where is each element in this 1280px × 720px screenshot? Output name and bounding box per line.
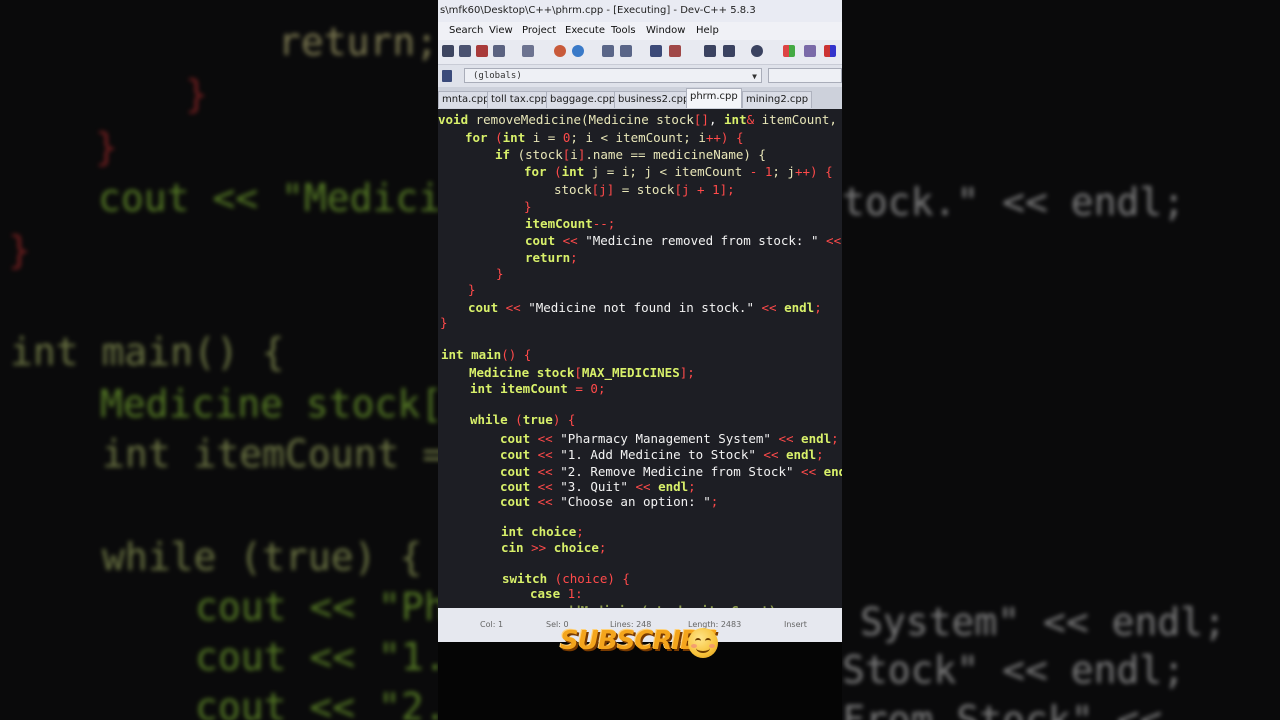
compile-icon[interactable] [783, 45, 795, 57]
goto-line-icon[interactable] [751, 45, 763, 57]
code-line: cout << "Medicine removed from stock: " … [525, 233, 842, 248]
menu-help[interactable]: Help [696, 25, 719, 36]
bg-line: System" << endl; [860, 600, 1227, 644]
editor-tabs: mnta.cpp toll tax.cpp baggage.cpp busine… [438, 87, 842, 109]
function-dropdown[interactable] [768, 68, 842, 83]
class-browser-icon[interactable] [442, 70, 452, 82]
scope-bar: (globals) ▼ [438, 65, 842, 87]
bg-line: return; [278, 20, 438, 64]
code-line: return; [525, 250, 578, 265]
bg-line: tock." << endl; [842, 180, 1186, 224]
menu-view[interactable]: View [489, 25, 513, 36]
code-line: int choice; [501, 524, 584, 539]
code-line: cin >> choice; [501, 540, 607, 555]
code-line: for (int i = 0; i < itemCount; i++) { [465, 130, 744, 145]
bg-line: cout << "Medici [98, 176, 438, 220]
code-line: cout << "1. Add Medicine to Stock" << en… [500, 447, 824, 462]
bg-line: From Stock" << [842, 698, 1163, 720]
bg-line: } [8, 228, 31, 272]
undo-icon[interactable] [554, 45, 566, 57]
menu-project[interactable]: Project [522, 25, 556, 36]
code-line: switch (choice) { [502, 571, 630, 586]
unindent-icon[interactable] [669, 45, 681, 57]
bg-line: Medicine stock[ [100, 382, 438, 426]
bookmark-next-icon[interactable] [723, 45, 735, 57]
phone-frame: s\mfk60\Desktop\C++\phrm.cpp - [Executin… [438, 0, 842, 720]
bg-line: while (true) { [102, 535, 423, 579]
menu-bar: Search View Project Execute Tools Window… [438, 22, 842, 40]
bookmark-prev-icon[interactable] [704, 45, 716, 57]
replace-icon[interactable] [620, 45, 632, 57]
scope-dropdown[interactable]: (globals) ▼ [464, 68, 762, 83]
find-icon[interactable] [602, 45, 614, 57]
code-line: for (int j = i; j < itemCount - 1; j++) … [524, 164, 833, 179]
menu-window[interactable]: Window [646, 25, 685, 36]
code-line: cout << "3. Quit" << endl; [500, 479, 696, 494]
bg-line: } [95, 125, 118, 169]
bg-line: int itemCount = [102, 432, 438, 476]
compile-run-icon[interactable] [824, 45, 836, 57]
tab-baggage[interactable]: baggage.cpp [546, 91, 620, 108]
code-line: } [496, 266, 504, 281]
tab-mnta[interactable]: mnta.cpp [438, 91, 494, 108]
smiley-emoji-icon [688, 628, 718, 658]
tab-toll-tax[interactable]: toll tax.cpp [487, 91, 552, 108]
chevron-down-icon: ▼ [752, 72, 757, 81]
code-line: stock[j] = stock[j + 1]; [554, 182, 735, 197]
redo-icon[interactable] [572, 45, 584, 57]
code-line: } [468, 282, 476, 297]
code-editor[interactable]: void removeMedicine(Medicine stock[], in… [438, 109, 842, 618]
menu-execute[interactable]: Execute [565, 25, 605, 36]
code-line: void removeMedicine(Medicine stock[], in… [438, 112, 837, 127]
toolbar [438, 40, 842, 65]
bg-line: int main() { [10, 330, 285, 374]
tab-mining2[interactable]: mining2.cpp [742, 91, 813, 108]
indent-icon[interactable] [650, 45, 662, 57]
blurred-code-right: tock." << endl; System" << endl; Stock" … [842, 0, 1280, 720]
code-line: } [440, 315, 448, 330]
run-icon[interactable] [804, 45, 816, 57]
status-col: Col: 1 [480, 620, 504, 629]
print-icon[interactable] [522, 45, 534, 57]
code-line: cout << "Choose an option: "; [500, 494, 719, 509]
save-icon[interactable] [476, 45, 488, 57]
tab-business2[interactable]: business2.cpp [614, 91, 694, 108]
ide-window: s\mfk60\Desktop\C++\phrm.cpp - [Executin… [438, 0, 842, 642]
scope-dropdown-value: (globals) [473, 71, 522, 81]
bg-line: } [185, 72, 208, 116]
status-mode: Insert [784, 620, 807, 629]
code-line: cout << "2. Remove Medicine from Stock" … [500, 464, 842, 479]
code-line: itemCount--; [525, 216, 616, 231]
code-line: int main() { [441, 347, 532, 362]
code-line: cout << "Medicine not found in stock." <… [468, 300, 822, 315]
smiley-mouth [696, 643, 710, 653]
code-line: Medicine stock[MAX_MEDICINES]; [469, 365, 695, 380]
code-line: case 1: [530, 586, 583, 601]
blurred-code-left: return; } } cout << "Medici } int main()… [0, 0, 438, 720]
code-line: if (stock[i].name == medicineName) { [495, 147, 766, 162]
bg-line: cout << "Ph [195, 585, 438, 629]
open-file-icon[interactable] [459, 45, 471, 57]
menu-search[interactable]: Search [449, 25, 483, 36]
code-line: while (true) { [470, 412, 576, 427]
bg-line: Stock" << endl; [842, 648, 1186, 692]
menu-tools[interactable]: Tools [611, 25, 636, 36]
window-title: s\mfk60\Desktop\C++\phrm.cpp - [Executin… [438, 0, 842, 22]
new-file-icon[interactable] [442, 45, 454, 57]
code-line: int itemCount = 0; [470, 381, 606, 396]
code-line: cout << "Pharmacy Management System" << … [500, 431, 839, 446]
code-line: } [524, 199, 532, 214]
tab-phrm[interactable]: phrm.cpp [686, 88, 742, 108]
bg-line: cout << "1. [195, 635, 438, 679]
save-all-icon[interactable] [493, 45, 505, 57]
bg-line: cout << "2. [195, 685, 438, 720]
